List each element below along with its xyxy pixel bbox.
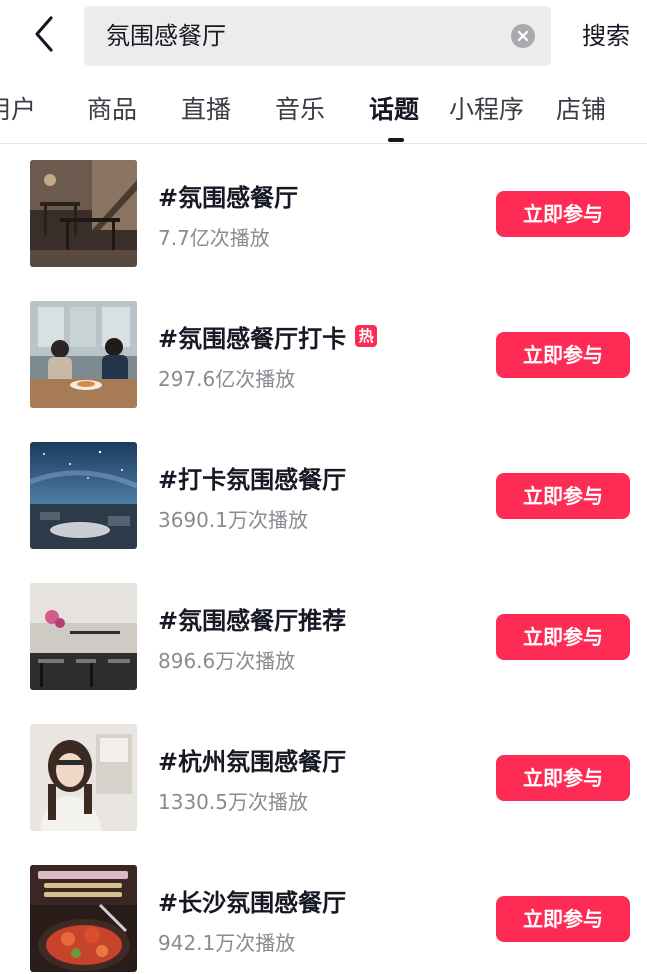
search-input[interactable]: 氛围感餐厅 xyxy=(84,6,551,66)
topic-row[interactable]: #打卡氛围感餐厅 3690.1万次播放 立即参与 xyxy=(0,426,647,567)
search-query-text: 氛围感餐厅 xyxy=(106,22,226,50)
topic-play-count: 896.6万次播放 xyxy=(158,649,296,673)
topic-title: #打卡氛围感餐厅 xyxy=(158,465,347,494)
topic-row[interactable]: #杭州氛围感餐厅 1330.5万次播放 立即参与 xyxy=(0,708,647,849)
chevron-left-icon xyxy=(32,14,56,58)
back-button[interactable] xyxy=(22,12,66,60)
tab-music[interactable]: 音乐 xyxy=(275,92,325,128)
tab-live[interactable]: 直播 xyxy=(181,92,231,128)
join-topic-button[interactable]: 立即参与 xyxy=(496,191,630,237)
tab-stores[interactable]: 店铺 xyxy=(556,92,606,128)
topic-thumbnail xyxy=(30,724,137,831)
tab-mini-programs[interactable]: 小程序 xyxy=(449,92,524,128)
topic-thumbnail xyxy=(30,160,137,267)
topic-thumbnail xyxy=(30,583,137,690)
join-topic-button[interactable]: 立即参与 xyxy=(496,332,630,378)
search-submit-button[interactable]: 搜索 xyxy=(574,0,638,72)
topic-title: #氛围感餐厅推荐 xyxy=(158,606,347,635)
active-tab-indicator xyxy=(388,138,404,142)
clear-search-button[interactable] xyxy=(511,24,535,48)
topic-title: #氛围感餐厅 xyxy=(158,183,299,212)
topic-play-count: 297.6亿次播放 xyxy=(158,367,296,391)
topic-row[interactable]: #氛围感餐厅打卡 热 297.6亿次播放 立即参与 xyxy=(0,285,647,426)
topic-title: #长沙氛围感餐厅 xyxy=(158,888,347,917)
search-header: 氛围感餐厅 搜索 xyxy=(0,0,647,72)
topic-thumbnail xyxy=(30,442,137,549)
topic-row[interactable]: #氛围感餐厅推荐 896.6万次播放 立即参与 xyxy=(0,567,647,708)
topic-thumbnail xyxy=(30,301,137,408)
topic-play-count: 1330.5万次播放 xyxy=(158,790,308,814)
clear-circle-icon xyxy=(517,27,529,46)
topic-row[interactable]: #长沙氛围感餐厅 942.1万次播放 立即参与 xyxy=(0,849,647,974)
tab-products[interactable]: 商品 xyxy=(87,92,137,128)
join-topic-button[interactable]: 立即参与 xyxy=(496,896,630,942)
topic-thumbnail xyxy=(30,865,137,972)
topic-title: #氛围感餐厅打卡 xyxy=(158,324,347,353)
hot-badge: 热 xyxy=(355,325,378,347)
tab-topics[interactable]: 话题 xyxy=(369,92,419,128)
search-category-tabs: 用户 商品 直播 音乐 话题 小程序 店铺 xyxy=(0,86,647,144)
tab-users[interactable]: 用户 xyxy=(0,92,36,128)
topic-title: #杭州氛围感餐厅 xyxy=(158,747,347,776)
join-topic-button[interactable]: 立即参与 xyxy=(496,473,630,519)
join-topic-button[interactable]: 立即参与 xyxy=(496,614,630,660)
join-topic-button[interactable]: 立即参与 xyxy=(496,755,630,801)
topic-play-count: 3690.1万次播放 xyxy=(158,508,308,532)
topic-play-count: 7.7亿次播放 xyxy=(158,226,270,250)
topic-play-count: 942.1万次播放 xyxy=(158,931,296,955)
topic-row[interactable]: #氛围感餐厅 7.7亿次播放 立即参与 xyxy=(0,144,647,285)
